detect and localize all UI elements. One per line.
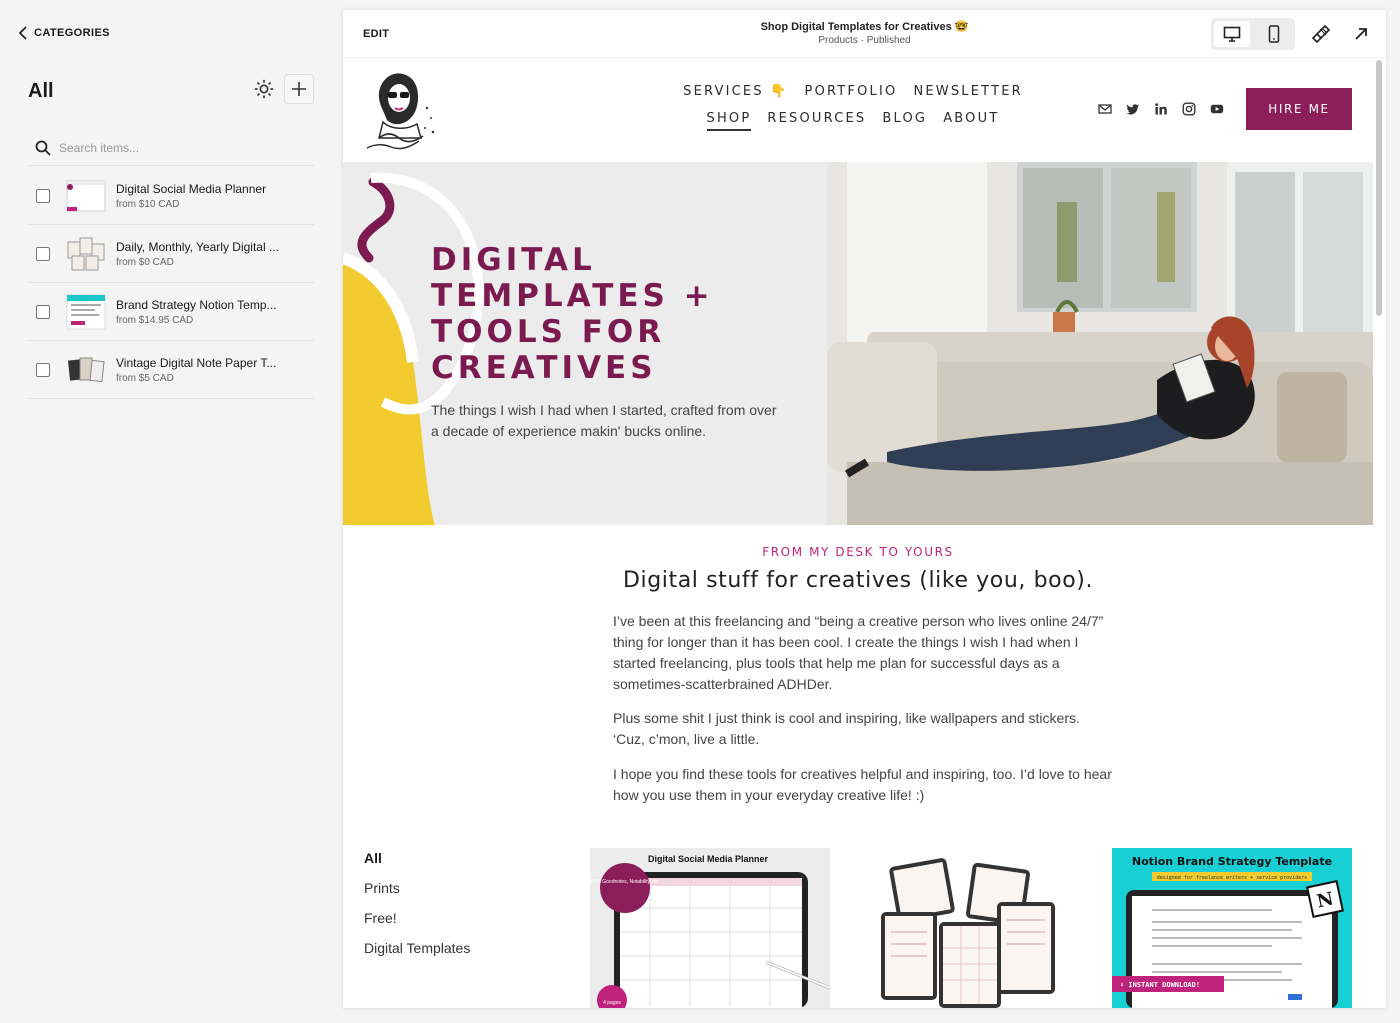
hero-section: DIGITAL TEMPLATES + TOOLS FOR CREATIVES … <box>343 162 1373 525</box>
nav-link[interactable]: SHOP <box>706 111 752 131</box>
nav-link[interactable]: PORTFOLIO <box>805 84 898 99</box>
nav-link[interactable]: NEWSLETTER <box>913 84 1022 99</box>
product-pages: 4 pages <box>603 1000 621 1006</box>
item-checkbox[interactable] <box>36 304 50 319</box>
item-checkbox[interactable] <box>36 188 50 203</box>
product-title: Notion Brand Strategy Template <box>1132 855 1332 868</box>
item-thumbnail <box>66 178 106 214</box>
product-card-social-planner[interactable]: Digital Social Media Planner PDF Goodnot… <box>590 848 830 1008</box>
paintbrush-icon[interactable] <box>1311 24 1331 44</box>
item-name: Brand Strategy Notion Temp... <box>116 297 277 312</box>
gear-icon[interactable] <box>253 78 275 100</box>
filter-digital-templates[interactable]: Digital Templates <box>364 940 470 956</box>
instagram-icon[interactable] <box>1182 102 1196 116</box>
product-card-notion-brand-strategy[interactable]: Notion Brand Strategy Template designed … <box>1112 848 1352 1008</box>
intro-paragraph: I’ve been at this freelancing and “being… <box>613 613 1104 692</box>
list-item[interactable]: Digital Social Media Planner from $10 CA… <box>28 167 314 225</box>
item-price: from $10 CAD <box>116 198 180 210</box>
item-name: Vintage Digital Note Paper T... <box>116 355 277 370</box>
item-thumbnail <box>66 294 106 330</box>
product-badge: PDF Goodnotes, Notability, etc <box>591 879 660 885</box>
mobile-icon <box>1268 25 1280 43</box>
section-heading: Digital stuff for creatives (like you, b… <box>622 568 1094 593</box>
open-external-icon[interactable] <box>1351 24 1371 44</box>
item-checkbox[interactable] <box>36 362 50 377</box>
scrollbar[interactable] <box>1376 60 1382 316</box>
product-title: Digital Social Media Planner <box>648 854 769 864</box>
list-item[interactable]: Brand Strategy Notion Temp... from $14.9… <box>28 283 314 341</box>
product-card-digital-planner[interactable] <box>851 848 1091 1008</box>
device-toggle <box>1211 18 1295 50</box>
site-logo[interactable] <box>361 68 441 152</box>
product-image: Notion Brand Strategy Template designed … <box>1112 848 1352 1008</box>
item-price: from $5 CAD <box>116 372 174 384</box>
filter-free[interactable]: Free! <box>364 910 470 926</box>
item-thumbnail <box>66 352 106 388</box>
mobile-view-button[interactable] <box>1256 21 1292 47</box>
nav-link[interactable]: RESOURCES <box>767 111 866 131</box>
add-item-button[interactable] <box>284 74 314 104</box>
twitter-icon[interactable] <box>1126 102 1140 116</box>
category-filters: All Prints Free! Digital Templates <box>364 850 470 970</box>
main-nav: SERVICES 👇 PORTFOLIO NEWSLETTER SHOP RESOUR… <box>683 84 1023 143</box>
item-name: Daily, Monthly, Yearly Digital ... <box>116 239 279 254</box>
item-list: Digital Social Media Planner from $10 CA… <box>28 167 314 399</box>
editor-topbar: EDIT Shop Digital Templates for Creative… <box>343 10 1386 58</box>
search-input[interactable] <box>59 140 289 155</box>
intro-paragraph: I hope you find these tools for creative… <box>613 766 1112 803</box>
desktop-icon <box>1223 26 1241 42</box>
filter-prints[interactable]: Prints <box>364 880 470 896</box>
social-links <box>1098 102 1224 116</box>
list-item[interactable]: Daily, Monthly, Yearly Digital ... from … <box>28 225 314 283</box>
nav-link[interactable]: BLOG <box>882 111 927 131</box>
email-icon[interactable] <box>1098 102 1112 116</box>
product-subtitle: designed for freelance writers + service… <box>1157 875 1308 881</box>
section-eyebrow: FROM MY DESK TO YOURS <box>762 545 954 559</box>
desktop-view-button[interactable] <box>1214 21 1250 47</box>
nav-link[interactable]: ABOUT <box>943 111 999 131</box>
hero-subtext: The things I wish I had when I started, … <box>431 402 777 439</box>
sidebar: CATEGORIES All Digital Social Media Plan… <box>0 0 330 1023</box>
item-checkbox[interactable] <box>36 246 50 261</box>
search-bar <box>28 130 314 166</box>
product-image: Digital Social Media Planner PDF Goodnot… <box>590 848 830 1008</box>
item-name: Digital Social Media Planner <box>116 181 267 196</box>
nav-link[interactable]: SERVICES 👇 <box>683 84 788 99</box>
item-thumbnail <box>66 236 106 272</box>
page-preview: EDIT Shop Digital Templates for Creative… <box>343 10 1386 1008</box>
filter-all[interactable]: All <box>364 850 470 866</box>
intro-paragraph: Plus some shit I just think is cool and … <box>613 710 1080 747</box>
hire-me-button[interactable]: HIRE ME <box>1246 88 1352 130</box>
hero-photo <box>827 162 1373 525</box>
youtube-icon[interactable] <box>1210 102 1224 116</box>
back-to-categories-button[interactable]: CATEGORIES <box>18 26 110 40</box>
sidebar-title: All <box>28 80 54 102</box>
product-image <box>851 848 1091 1008</box>
chevron-left-icon <box>18 26 27 40</box>
plus-icon <box>292 82 306 96</box>
linkedin-icon[interactable] <box>1154 102 1168 116</box>
item-price: from $0 CAD <box>116 256 174 268</box>
instant-download-badge: ⬇ INSTANT DOWNLOAD! <box>1120 981 1200 989</box>
list-item[interactable]: Vintage Digital Note Paper T... from $5 … <box>28 341 314 399</box>
item-price: from $14.95 CAD <box>116 314 194 326</box>
hero-heading: DIGITAL TEMPLATES + TOOLS FOR CREATIVES <box>431 242 714 386</box>
search-icon <box>35 140 51 156</box>
site-header: SERVICES 👇 PORTFOLIO NEWSLETTER SHOP RESOUR… <box>343 58 1373 162</box>
back-label: CATEGORIES <box>34 27 110 39</box>
